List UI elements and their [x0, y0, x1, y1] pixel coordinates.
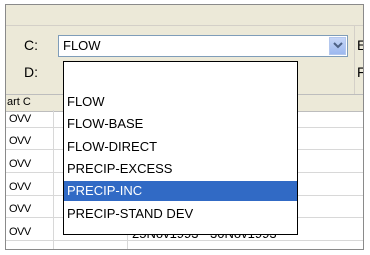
dropdown-item-precip-excess[interactable]: PRECIP-EXCESS	[64, 159, 297, 179]
grid-cell: OVV	[9, 203, 31, 215]
label-c: C:	[24, 37, 38, 53]
dropdown-item-flow[interactable]: FLOW	[64, 92, 297, 112]
window-frame: C: D: FLOW E F art C OVV OVV	[5, 4, 364, 250]
dropdown-item-flow-direct[interactable]: FLOW-DIRECT	[64, 137, 297, 157]
dropdown-item-precip-inc[interactable]: PRECIP-INC	[64, 181, 297, 201]
top-strip	[6, 5, 363, 26]
grid-cell: OVV	[9, 158, 31, 170]
label-e-partial: E	[357, 37, 363, 53]
grid-cell: OVV	[9, 113, 31, 125]
variable-combobox[interactable]: FLOW	[58, 35, 348, 57]
grid-column-separator	[53, 110, 54, 249]
label-f-partial: F	[357, 64, 363, 80]
right-panel-edge: E F	[354, 26, 363, 94]
grid-cell: OVV	[9, 135, 31, 147]
label-d: D:	[24, 64, 38, 80]
dropdown-item-flow-base[interactable]: FLOW-BASE	[64, 114, 297, 134]
dropdown-item-precip-stand-dev[interactable]: PRECIP-STAND DEV	[64, 204, 297, 224]
screen: C: D: FLOW E F art C OVV OVV	[0, 0, 370, 255]
grid-header-partial: art C	[7, 96, 31, 108]
variable-dropdown-list[interactable]: FLOW FLOW-BASE FLOW-DIRECT PRECIP-EXCESS…	[63, 61, 298, 235]
grid-cell: OVV	[9, 181, 31, 193]
dropdown-item-blank[interactable]	[64, 67, 297, 87]
combo-value: FLOW	[63, 38, 101, 53]
combo-dropdown-button[interactable]	[329, 37, 346, 55]
grid-cell: OVV	[9, 226, 31, 238]
chevron-down-icon	[333, 42, 343, 49]
